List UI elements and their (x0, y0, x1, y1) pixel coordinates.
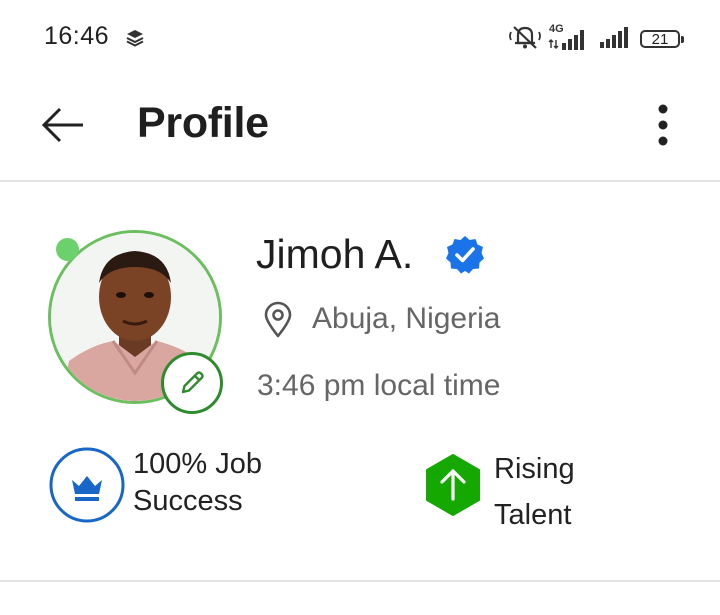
job-success-line1: 100% Job (133, 448, 262, 480)
verified-badge-icon (444, 234, 486, 281)
pencil-icon (181, 371, 204, 394)
rising-talent-line2: Talent (494, 499, 572, 531)
status-time: 16:46 (44, 22, 110, 50)
page-title: Profile (137, 99, 269, 147)
more-options-button[interactable] (651, 103, 675, 147)
job-success-label: 100% Job Success (133, 446, 262, 520)
local-time: 3:46 pm local time (257, 369, 501, 402)
location-pin-icon (263, 301, 293, 344)
profile-name: Jimoh A. (256, 231, 414, 277)
back-button[interactable] (40, 106, 86, 144)
edit-photo-button[interactable] (161, 352, 223, 414)
mute-icon (508, 24, 542, 55)
signal-4g-icon: 4G (548, 23, 592, 52)
header-divider (0, 180, 720, 182)
more-vertical-icon (658, 104, 668, 146)
section-divider (0, 580, 720, 582)
battery-level: 21 (651, 30, 669, 48)
rising-talent-icon (424, 453, 482, 522)
job-success-icon (48, 446, 126, 529)
online-status-dot (56, 238, 79, 261)
rising-talent-label: Rising Talent (494, 446, 575, 538)
profile-location: Abuja, Nigeria (312, 302, 501, 335)
job-success-line2: Success (133, 485, 243, 517)
status-icons: 4G 21 (508, 23, 684, 55)
rising-talent-line1: Rising (494, 453, 575, 485)
arrow-left-icon (41, 107, 83, 143)
signal-icon (598, 24, 634, 55)
battery-icon: 21 (640, 30, 684, 48)
layers-icon (126, 29, 144, 52)
